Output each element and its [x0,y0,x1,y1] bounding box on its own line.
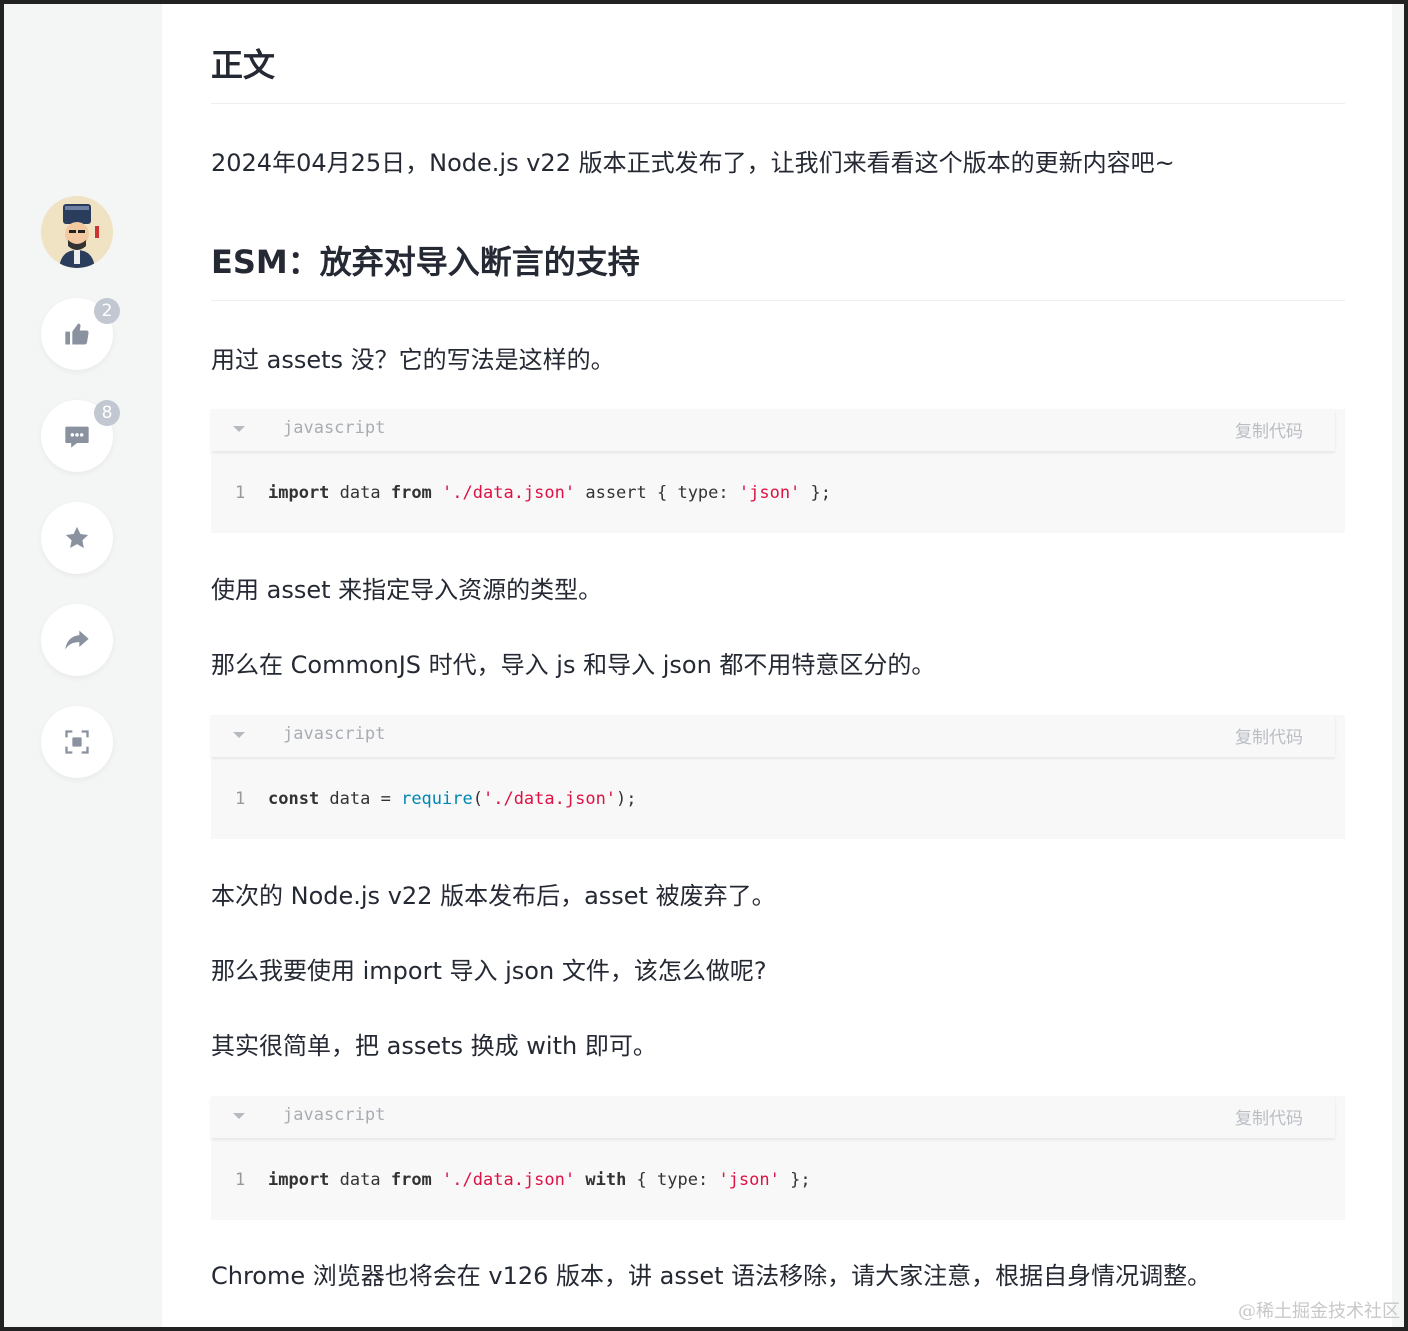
code-token: import [268,1170,330,1190]
code-token: ); [616,789,637,809]
code-block-with: javascript 复制代码 1 import data from './dat… [211,1096,1345,1220]
expand-icon [65,730,89,754]
code-token: }; [779,1170,811,1190]
share-button[interactable] [41,604,113,676]
thumbs-up-icon [65,323,89,345]
like-count-badge: 2 [94,298,120,324]
code-token: 'json' [738,483,801,503]
line-number: 1 [235,789,246,809]
code-token: const [268,789,320,809]
copy-code-button[interactable]: 复制代码 [1235,1104,1303,1129]
section-heading-main: 正文 [211,46,276,84]
comment-count-badge: 8 [94,400,120,426]
fullscreen-button[interactable] [41,706,113,778]
copy-code-button[interactable]: 复制代码 [1235,417,1303,442]
code-token: }; [800,483,832,503]
avatar-illustration [41,196,113,268]
code-line: 1 import data from './data.json' assert {… [235,483,831,503]
code-block-header: javascript 复制代码 [211,715,1335,757]
code-block-require: javascript 复制代码 1 const data = require('.… [211,715,1345,839]
collapse-caret-icon[interactable] [233,1113,245,1119]
code-language-label: javascript [283,418,386,438]
code-token: { type: [626,1170,719,1190]
collapse-caret-icon[interactable] [233,426,245,432]
code-token: './data.json' [442,1170,576,1190]
code-token: 'json' [718,1170,780,1190]
code-line: 1 import data from './data.json' with { t… [235,1170,811,1190]
paragraph-asset-type: 使用 asset 来指定导入资源的类型。 [211,576,603,604]
code-token: data = [319,789,402,809]
code-token: './data.json' [482,789,617,809]
author-avatar[interactable] [41,196,113,268]
code-language-label: javascript [283,724,386,744]
code-block-assert: javascript 复制代码 1 import data from './dat… [211,409,1345,533]
line-number: 1 [235,1170,246,1190]
action-sidebar: 2 8 [4,4,162,1327]
star-icon [65,526,89,549]
code-token: ( [472,789,483,809]
article-content: 正文 2024年04月25日，Node.js v22 版本正式发布了，让我们来看… [162,4,1392,1327]
paragraph-deprecated: 本次的 Node.js v22 版本发布后，asset 被废弃了。 [211,882,776,910]
watermark: @稀土掘金技术社区 [1238,1301,1400,1322]
code-token: assert { type: [575,483,739,503]
code-token: from [390,483,432,503]
share-arrow-icon [65,630,89,650]
copy-code-button[interactable]: 复制代码 [1235,723,1303,748]
line-number: 1 [235,483,246,503]
page-margin [1392,4,1404,1327]
paragraph-answer: 其实很简单，把 assets 换成 with 即可。 [211,1032,657,1060]
code-token: from [390,1170,432,1190]
favorite-button[interactable] [41,502,113,574]
comment-icon [65,426,89,448]
code-block-header: javascript 复制代码 [211,409,1335,451]
code-line: 1 const data = require('./data.json'); [235,789,637,809]
divider [211,300,1345,301]
code-token: data [329,1170,391,1190]
code-block-header: javascript 复制代码 [211,1096,1335,1138]
code-token: data [329,483,391,503]
section-heading-esm: ESM：放弃对导入断言的支持 [211,243,640,281]
code-token: './data.json' [442,483,576,503]
paragraph-assets: 用过 assets 没？它的写法是这样的。 [211,346,615,374]
collapse-caret-icon[interactable] [233,732,245,738]
paragraph-chrome: Chrome 浏览器也将会在 v126 版本，讲 asset 语法移除，请大家注… [211,1262,1212,1290]
code-token: import [268,483,330,503]
paragraph-question: 那么我要使用 import 导入 json 文件，该怎么做呢? [211,957,767,985]
code-language-label: javascript [283,1105,386,1125]
paragraph-commonjs: 那么在 CommonJS 时代，导入 js 和导入 json 都不用特意区分的。 [211,651,936,679]
code-token: require [401,789,473,809]
divider [211,103,1345,104]
intro-paragraph: 2024年04月25日，Node.js v22 版本正式发布了，让我们来看看这个… [211,149,1175,177]
code-token: with [585,1170,627,1190]
